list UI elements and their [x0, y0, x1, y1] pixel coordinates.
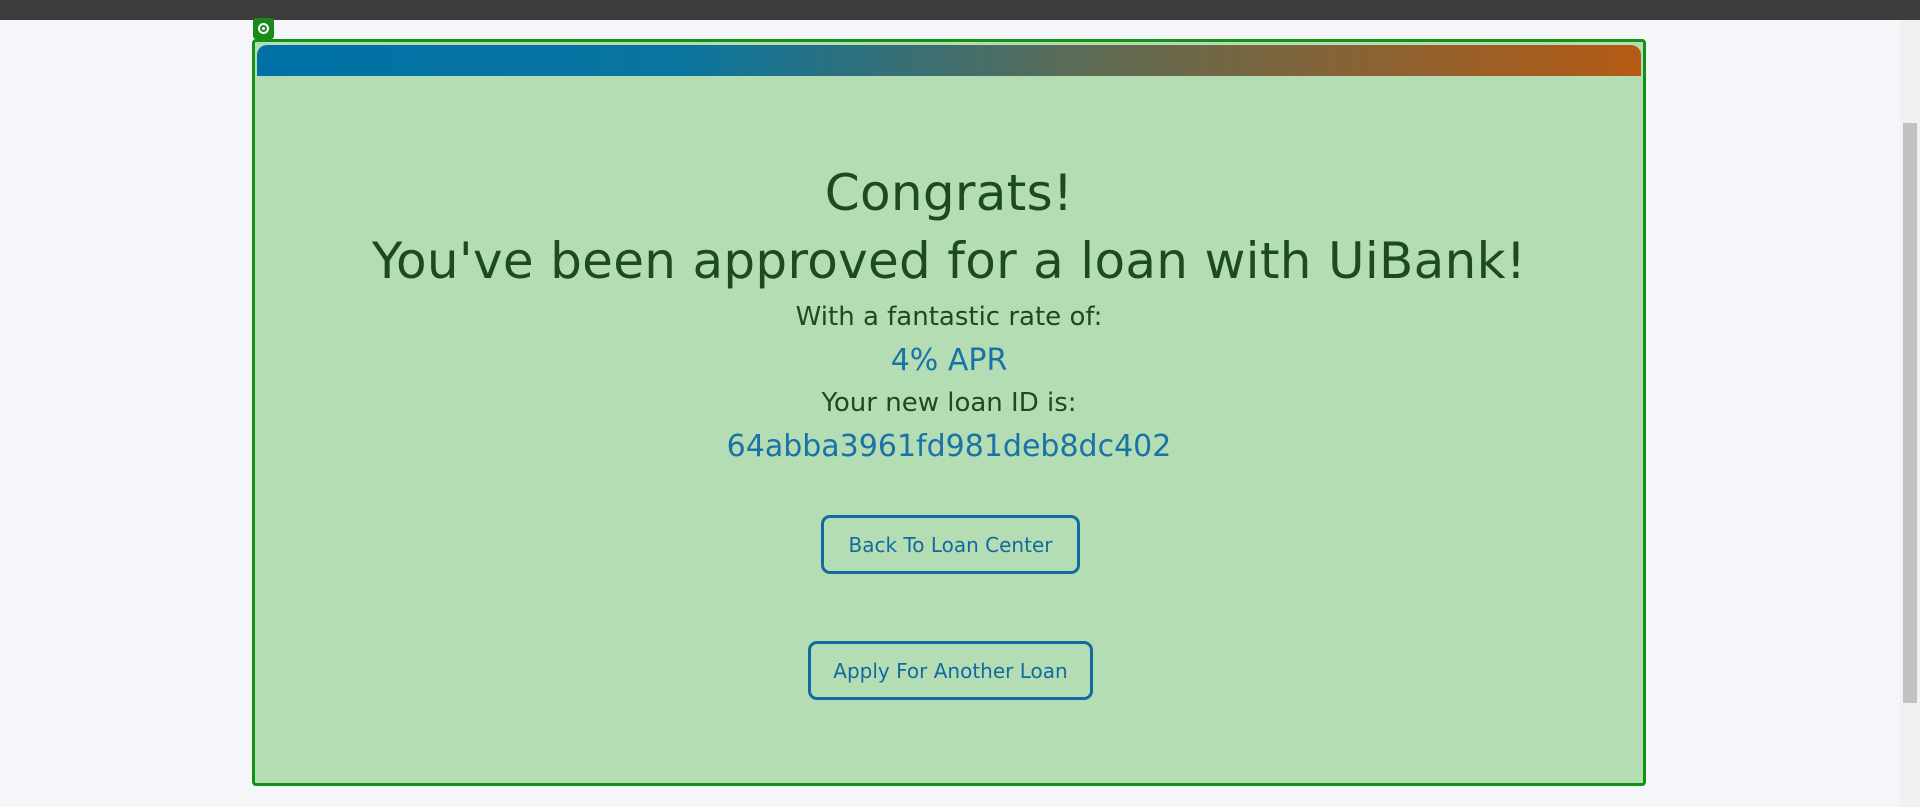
card-banner [257, 45, 1641, 76]
target-icon [253, 18, 274, 39]
rate-label: With a fantastic rate of: [795, 302, 1103, 332]
loan-id-label: Your new loan ID is: [821, 388, 1077, 418]
approval-heading: You've been approved for a loan with UiB… [371, 232, 1527, 290]
scrollbar-thumb[interactable] [1903, 123, 1917, 703]
rate-value: 4% APR [890, 343, 1008, 378]
page-scrollbar[interactable] [1900, 20, 1920, 807]
apply-for-another-loan-button[interactable]: Apply For Another Loan [808, 641, 1093, 700]
congrats-heading: Congrats! [824, 164, 1074, 222]
browser-top-bar [0, 0, 1920, 20]
back-to-loan-center-button[interactable]: Back To Loan Center [821, 515, 1080, 574]
loan-approval-card: Congrats! You've been approved for a loa… [252, 39, 1646, 786]
loan-id-value: 64abba3961fd981deb8dc402 [726, 429, 1172, 464]
